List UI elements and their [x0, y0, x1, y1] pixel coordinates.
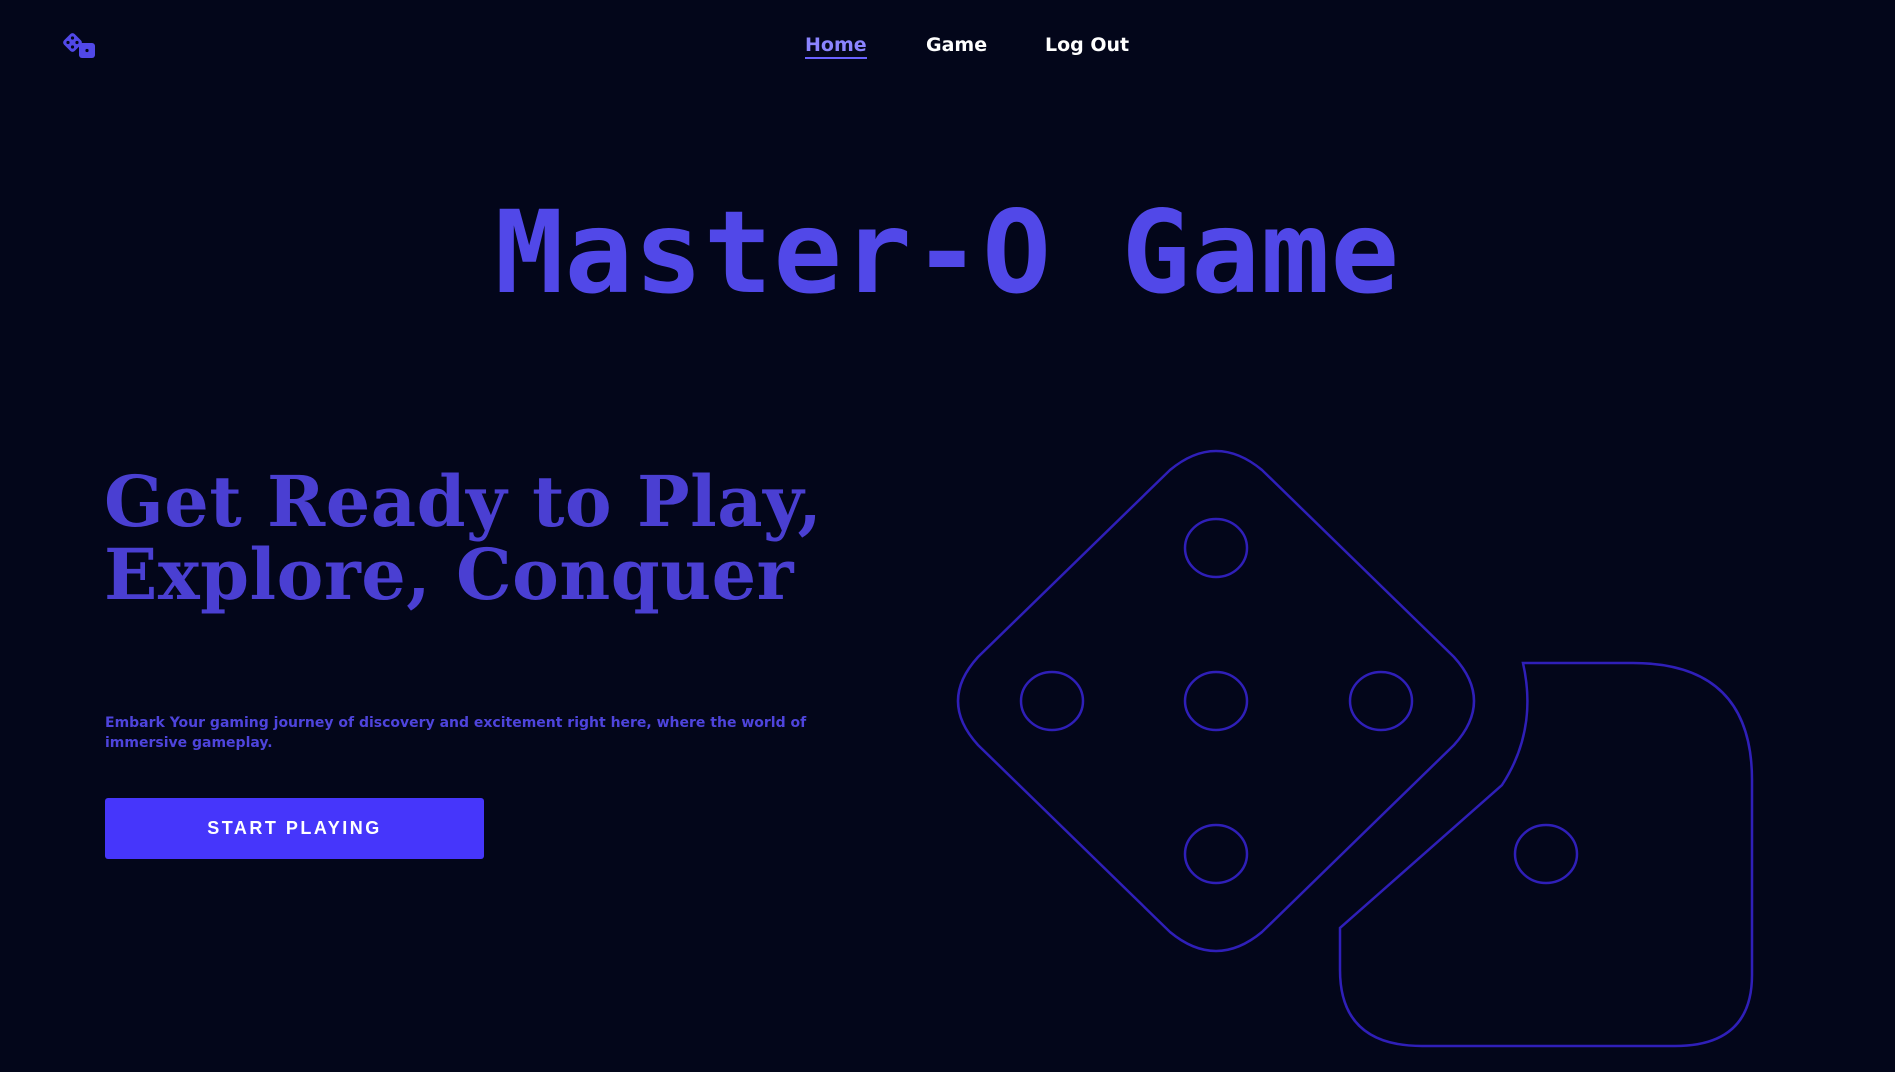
dice-outline-icon	[956, 449, 1754, 1048]
main-nav: Home Game Log Out	[0, 30, 1895, 66]
start-playing-button[interactable]: START PLAYING	[105, 798, 484, 859]
page-title: Master-O Game	[494, 186, 1401, 319]
nav-home-link[interactable]: Home	[805, 34, 867, 59]
hero-heading: Get Ready to Play, Explore, Conquer	[104, 460, 823, 616]
hero-description: Embark Your gaming journey of discovery …	[105, 715, 807, 751]
dice-illustration	[930, 440, 1760, 1060]
nav-logout-link[interactable]: Log Out	[1045, 34, 1129, 56]
nav-game-link[interactable]: Game	[926, 34, 987, 56]
